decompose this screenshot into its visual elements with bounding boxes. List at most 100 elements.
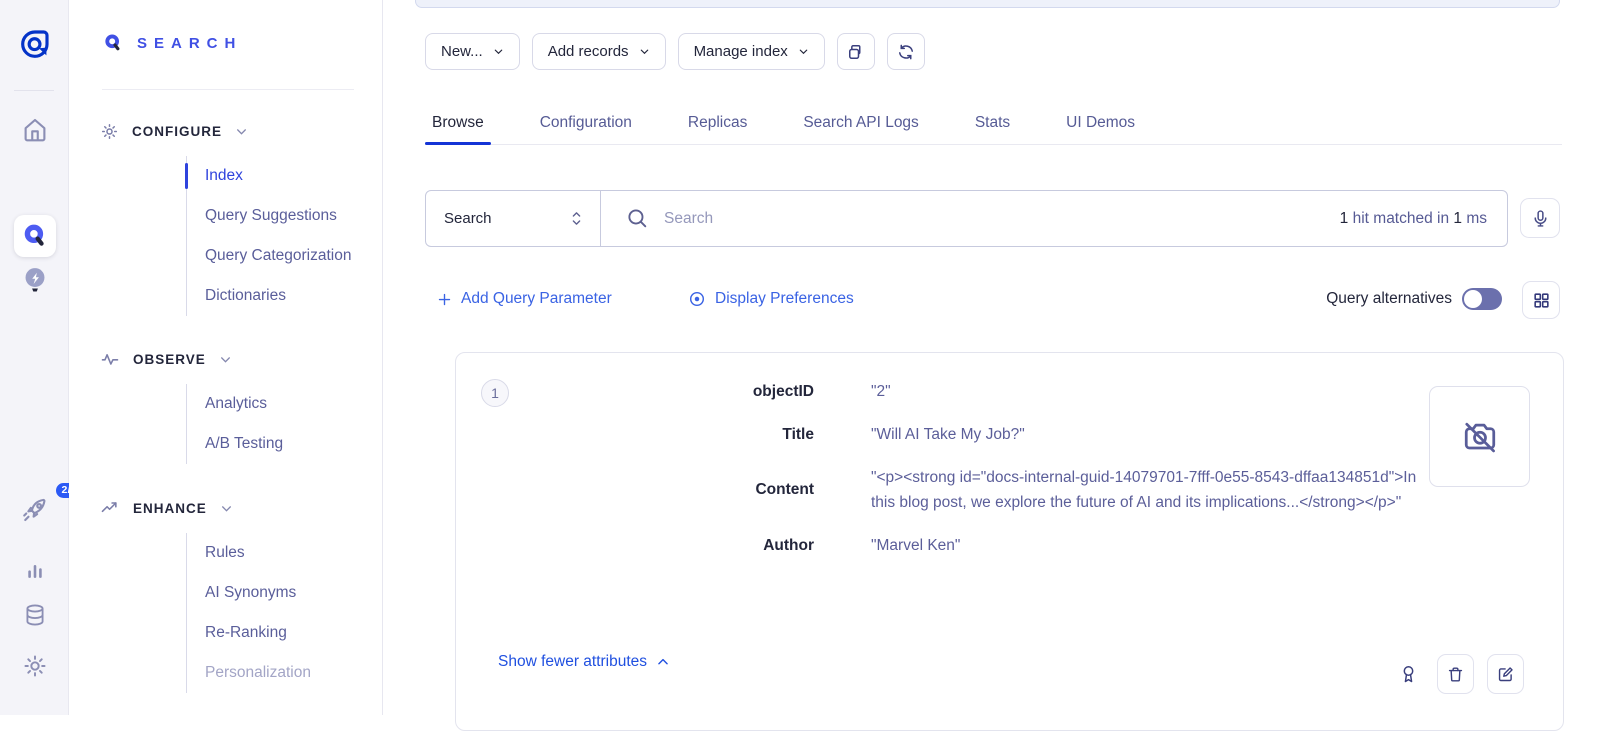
search-bar: Search 1 hit matched in 1 ms <box>425 190 1508 247</box>
home-icon[interactable] <box>0 115 69 145</box>
search-icon <box>625 206 650 231</box>
toggle-knob <box>1464 290 1482 308</box>
field-label: Author <box>456 537 814 555</box>
delete-record-button[interactable] <box>1437 654 1474 694</box>
result-card: 1 objectID "2" Title "Will AI Take My Jo… <box>455 352 1564 731</box>
chevron-down-icon <box>235 125 248 138</box>
tab-search-api-logs[interactable]: Search API Logs <box>796 104 925 144</box>
chevron-down-icon <box>493 46 504 57</box>
microphone-icon <box>1530 208 1551 229</box>
sidebar-item-rules[interactable]: Rules <box>187 533 311 573</box>
sidebar-item-re-ranking[interactable]: Re-Ranking <box>187 613 311 653</box>
search-input-area: 1 hit matched in 1 ms <box>601 191 1507 246</box>
pulse-icon <box>100 349 120 369</box>
sidebar-item-index[interactable]: Index <box>187 156 351 196</box>
section-configure[interactable]: CONFIGURE <box>100 119 248 143</box>
sidebar-item-query-categorization[interactable]: Query Categorization <box>187 236 351 276</box>
sidebar-item-query-suggestions[interactable]: Query Suggestions <box>187 196 351 236</box>
field-label: Content <box>456 481 814 499</box>
observe-items: Analytics A/B Testing <box>186 384 283 464</box>
index-tabs: Browse Configuration Replicas Search API… <box>425 104 1562 145</box>
display-preferences-link[interactable]: Display Preferences <box>688 290 854 308</box>
tab-configuration[interactable]: Configuration <box>533 104 639 144</box>
no-image-icon <box>1458 415 1502 459</box>
field-value: "2" <box>871 379 891 404</box>
show-fewer-label: Show fewer attributes <box>498 653 647 671</box>
sidebar: SEARCH CONFIGURE Index Query Suggestions… <box>69 0 383 715</box>
settings-gear-icon[interactable] <box>0 653 69 679</box>
field-row-author: Author "Marvel Ken" <box>456 533 1423 558</box>
result-actions <box>1398 654 1524 694</box>
display-preferences-label: Display Preferences <box>715 290 854 308</box>
copy-button[interactable] <box>837 33 875 70</box>
sort-chevrons-icon <box>569 210 584 227</box>
result-fields: objectID "2" Title "Will AI Take My Job?… <box>456 379 1423 576</box>
field-label: Title <box>456 426 814 444</box>
database-icon[interactable] <box>0 601 69 629</box>
trash-icon <box>1446 665 1465 684</box>
enhance-items: Rules AI Synonyms Re-Ranking Personaliza… <box>186 533 311 693</box>
index-selector-strip[interactable] <box>415 0 1560 8</box>
field-row-content: Content "<p><strong id="docs-internal-gu… <box>456 465 1423 515</box>
index-toolbar: New... Add records Manage index <box>425 33 925 70</box>
rail-divider <box>14 90 54 91</box>
chevron-down-icon <box>220 502 233 515</box>
chevron-down-icon <box>798 46 809 57</box>
section-enhance-label: ENHANCE <box>133 501 207 516</box>
app-rail: 2/5 <box>0 0 69 715</box>
search-input[interactable] <box>664 210 1326 228</box>
sidebar-item-analytics[interactable]: Analytics <box>187 384 283 424</box>
section-enhance[interactable]: ENHANCE <box>100 496 233 520</box>
section-observe[interactable]: OBSERVE <box>100 347 232 371</box>
field-value: "Marvel Ken" <box>871 533 960 558</box>
lightbulb-icon[interactable] <box>0 266 69 296</box>
new-button[interactable]: New... <box>425 33 520 70</box>
grid-view-button[interactable] <box>1522 281 1560 319</box>
eye-icon <box>688 290 706 308</box>
field-label: objectID <box>456 383 814 401</box>
algolia-logo[interactable] <box>17 26 53 62</box>
manage-index-button[interactable]: Manage index <box>678 33 825 70</box>
sidebar-item-personalization[interactable]: Personalization <box>187 653 311 693</box>
bar-chart-icon[interactable] <box>0 556 69 582</box>
search-scope-value: Search <box>444 210 569 227</box>
edit-record-button[interactable] <box>1487 654 1524 694</box>
sidebar-item-ai-synonyms[interactable]: AI Synonyms <box>187 573 311 613</box>
voice-search-button[interactable] <box>1520 198 1560 238</box>
tab-replicas[interactable]: Replicas <box>681 104 754 144</box>
show-fewer-attributes-link[interactable]: Show fewer attributes <box>498 653 670 671</box>
add-query-parameter-link[interactable]: Add Query Parameter <box>437 290 612 308</box>
image-placeholder <box>1429 386 1530 487</box>
chevron-down-icon <box>639 46 650 57</box>
add-records-button[interactable]: Add records <box>532 33 666 70</box>
refresh-button[interactable] <box>887 33 925 70</box>
section-configure-label: CONFIGURE <box>132 124 222 139</box>
grid-icon <box>1532 291 1551 310</box>
tab-browse[interactable]: Browse <box>425 104 491 144</box>
refresh-icon <box>896 42 916 62</box>
new-button-label: New... <box>441 43 483 60</box>
rocket-icon[interactable]: 2/5 <box>0 495 69 525</box>
sidebar-divider <box>102 89 354 90</box>
search-nav-active[interactable] <box>0 215 69 257</box>
search-scope-select[interactable]: Search <box>426 191 601 246</box>
manage-index-label: Manage index <box>694 43 788 60</box>
field-row-title: Title "Will AI Take My Job?" <box>456 422 1423 447</box>
edit-icon <box>1496 665 1515 684</box>
sidebar-title: SEARCH <box>103 33 242 54</box>
tab-stats[interactable]: Stats <box>968 104 1017 144</box>
main-content: New... Add records Manage index <box>383 0 1600 715</box>
trending-up-icon <box>100 498 120 518</box>
ranking-info-button[interactable] <box>1398 662 1419 687</box>
search-hits-status: 1 hit matched in 1 ms <box>1340 210 1487 228</box>
query-alternatives-label: Query alternatives <box>1326 290 1452 308</box>
query-alternatives-toggle[interactable] <box>1462 288 1502 310</box>
configure-items: Index Query Suggestions Query Categoriza… <box>186 156 351 316</box>
sidebar-item-dictionaries[interactable]: Dictionaries <box>187 276 351 316</box>
plus-icon <box>437 292 452 307</box>
chevron-up-icon <box>656 655 670 669</box>
sidebar-item-ab-testing[interactable]: A/B Testing <box>187 424 283 464</box>
chevron-down-icon <box>219 353 232 366</box>
tab-ui-demos[interactable]: UI Demos <box>1059 104 1142 144</box>
field-value: "Will AI Take My Job?" <box>871 422 1025 447</box>
